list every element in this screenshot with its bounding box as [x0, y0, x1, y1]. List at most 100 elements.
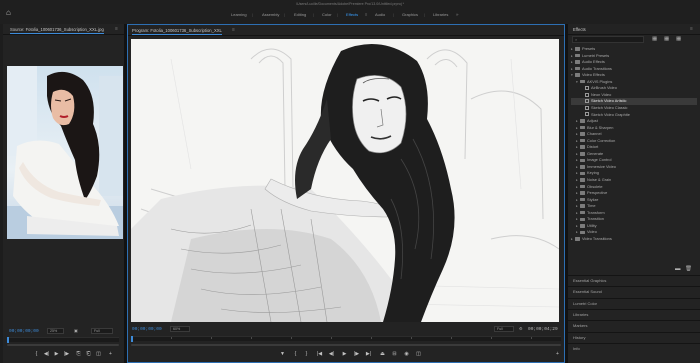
effects-folder[interactable]: ▸ Audio Effects [571, 59, 697, 65]
effects-folder[interactable]: ▸ Utility [571, 223, 697, 229]
effects-folder[interactable]: ▸ Blur & Sharpen [571, 125, 697, 131]
program-resolution-select[interactable]: Full [494, 326, 514, 332]
effects-item[interactable]: Sketch Video Classic [571, 105, 697, 111]
effects-folder[interactable]: ▸ Time [571, 203, 697, 209]
extract-icon[interactable]: ⊟ [391, 351, 398, 358]
effects-folder[interactable]: ▸ Presets [571, 46, 697, 52]
effects-folder[interactable]: ▸ Image Control [571, 157, 697, 163]
panel-libraries[interactable]: Libraries [568, 308, 700, 318]
effects-folder[interactable]: ▸ Obsolete [571, 184, 697, 190]
effects-search-input[interactable]: ⌕ [572, 36, 644, 43]
go-to-in-icon[interactable]: |◀ [316, 351, 323, 358]
effects-folder[interactable]: ▸ Distort [571, 144, 697, 150]
delete-icon[interactable]: 🗑 [685, 266, 692, 272]
workspace-color[interactable]: Color [322, 12, 332, 17]
effects-item[interactable]: AirBrush Video [571, 85, 697, 91]
settings-icon[interactable]: ▣ [74, 328, 78, 333]
add-marker-icon[interactable]: ▼ [279, 351, 286, 358]
panel-markers[interactable]: Markers [568, 320, 700, 329]
export-frame-icon[interactable]: ◫ [95, 351, 102, 358]
step-forward-icon[interactable]: |▶ [63, 351, 70, 358]
effects-folder[interactable]: ▸ Transform [571, 210, 697, 216]
yuv-effects-icon[interactable]: ▦ [676, 36, 682, 42]
source-zoom-scrollbar[interactable] [7, 344, 119, 346]
effects-folder[interactable]: ▾ AKVIS Plugins [571, 79, 697, 85]
folder-icon [575, 53, 580, 58]
tab-source[interactable]: Source: Fotolia_100601736_Subscription_X… [10, 27, 104, 34]
go-to-out-icon[interactable]: ▶| [365, 351, 372, 358]
program-timecode[interactable]: 00;00;00;00 [132, 327, 162, 332]
program-time-ruler[interactable] [131, 336, 561, 342]
panel-menu-icon[interactable]: ≡ [115, 26, 118, 32]
effects-folder[interactable]: ▸ Keying [571, 170, 697, 176]
workspace-effects[interactable]: Effects [346, 12, 358, 17]
effects-folder[interactable]: ▸ Video [571, 229, 697, 235]
accelerated-effects-icon[interactable]: ▦ [652, 36, 658, 42]
folder-icon [575, 60, 580, 64]
effects-folder[interactable]: ▸ Immersive Video [571, 164, 697, 170]
add-button-icon[interactable]: + [107, 351, 114, 358]
workspace-graphics[interactable]: Graphics [402, 12, 418, 17]
effects-folder[interactable]: ▸ Video Transitions [571, 236, 697, 242]
step-back-icon[interactable]: ◀| [328, 351, 335, 358]
effects-folder[interactable]: ▸ Generate [571, 151, 697, 157]
effects-item[interactable]: Sketch Video Artistic [571, 98, 697, 105]
source-zoom-select[interactable]: 25% [47, 328, 64, 334]
source-resolution-select[interactable]: Full [91, 328, 113, 334]
lift-icon[interactable]: ⏏ [379, 351, 386, 358]
source-time-ruler[interactable] [7, 337, 119, 343]
effects-folder[interactable]: ▾ Video Effects [571, 72, 697, 78]
effects-item[interactable]: Neon Video [571, 92, 697, 98]
mark-out-icon[interactable]: } [303, 351, 310, 358]
32bit-effects-icon[interactable]: ▦ [664, 36, 670, 42]
workspace-learning[interactable]: Learning [231, 12, 247, 17]
effects-folder[interactable]: ▸ Noise & Grain [571, 177, 697, 183]
export-frame-icon[interactable]: ◉ [403, 351, 410, 358]
play-icon[interactable]: ▶ [341, 351, 348, 358]
new-bin-icon[interactable]: ▬ [675, 266, 681, 272]
source-timecode[interactable]: 00;00;00;00 [9, 329, 39, 334]
program-playhead[interactable] [131, 336, 133, 342]
workspace-editing[interactable]: Editing [294, 12, 306, 17]
step-back-icon[interactable]: ◀| [43, 351, 50, 358]
program-monitor: Program: Fotolia_100601736_Subscription_… [127, 24, 565, 363]
panel-info[interactable]: Info [568, 342, 700, 352]
add-button-icon[interactable]: + [554, 351, 561, 358]
mark-in-icon[interactable]: { [292, 351, 299, 358]
program-sketch-image [131, 39, 559, 322]
effects-item-label: Transition [587, 216, 604, 222]
workspace-audio[interactable]: Audio [375, 12, 385, 17]
workspace-assembly[interactable]: Assembly [262, 12, 279, 17]
effects-folder[interactable]: ▸ Color Correction [571, 138, 697, 144]
workspace-libraries[interactable]: Libraries [433, 12, 448, 17]
program-zoom-scrollbar[interactable] [131, 344, 561, 346]
panel-menu-icon[interactable]: ≡ [690, 26, 693, 32]
effects-folder[interactable]: ▸ Transition [571, 216, 697, 222]
effects-folder[interactable]: ▸ Lumetri Presets [571, 53, 697, 59]
panel-lumetri-color[interactable]: Lumetri Color [568, 297, 700, 307]
mark-in-icon[interactable]: { [33, 351, 40, 358]
effects-folder[interactable]: ▸ Adjust [571, 118, 697, 124]
panel-essential-graphics[interactable]: Essential Graphics [568, 275, 700, 284]
workspace-menu-icon[interactable]: ≡ [365, 12, 367, 17]
source-playhead[interactable] [7, 337, 9, 343]
effects-folder[interactable]: ▸ Perspective [571, 190, 697, 196]
settings-icon[interactable]: ⚙ [519, 326, 522, 331]
effects-folder[interactable]: ▸ Channel [571, 131, 697, 137]
program-zoom-select[interactable]: 60% [170, 326, 190, 332]
play-icon[interactable]: ▶ [53, 351, 60, 358]
panel-essential-sound[interactable]: Essential Sound [568, 286, 700, 295]
workspace-overflow-icon[interactable]: » [456, 12, 459, 17]
effects-item[interactable]: Sketch Video Graphite [571, 112, 697, 118]
effects-folder[interactable]: ▸ Audio Transitions [571, 66, 697, 72]
tab-effects[interactable]: Effects [573, 27, 586, 32]
overwrite-icon[interactable]: ⎗ [85, 351, 92, 358]
step-forward-icon[interactable]: |▶ [353, 351, 360, 358]
panel-menu-icon[interactable]: ≡ [232, 27, 235, 33]
panel-history[interactable]: History [568, 331, 700, 341]
tab-program[interactable]: Program: Fotolia_100601736_Subscription_… [132, 28, 222, 35]
effects-folder[interactable]: ▸ Stylize [571, 197, 697, 203]
comparison-view-icon[interactable]: ◫ [415, 351, 422, 358]
insert-icon[interactable]: ⎘ [75, 351, 82, 358]
effects-item-label: Immersive Video [587, 163, 616, 169]
